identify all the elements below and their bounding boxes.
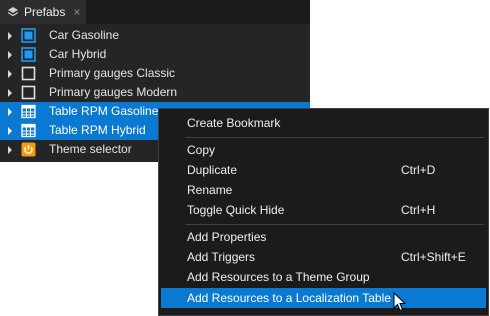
expand-arrow-icon[interactable] bbox=[8, 31, 12, 40]
menu-item-rename[interactable]: Rename bbox=[161, 180, 486, 200]
menu-item-label: Add Properties bbox=[187, 230, 267, 244]
mouse-pointer-icon bbox=[393, 292, 407, 312]
menu-separator bbox=[185, 224, 484, 225]
menu-item-label: Add Resources to a Theme Group bbox=[187, 270, 370, 284]
menu-item-copy[interactable]: Copy bbox=[161, 140, 486, 160]
table-icon bbox=[21, 123, 36, 138]
menu-item-shortcut: Ctrl+D bbox=[401, 163, 436, 177]
close-icon[interactable]: × bbox=[73, 5, 80, 19]
tree-item-label: Car Hybrid bbox=[49, 47, 107, 61]
screen-icon bbox=[21, 47, 36, 62]
square-icon bbox=[21, 85, 36, 100]
screenshot-root: Prefabs × Car Gasoline Car Hybrid Primar… bbox=[0, 0, 490, 316]
expand-arrow-icon[interactable] bbox=[8, 126, 12, 135]
menu-item-label: Rename bbox=[187, 183, 233, 197]
tree-item-car-gasoline[interactable]: Car Gasoline bbox=[0, 26, 310, 45]
tree-item-label: Table RPM Gasoline bbox=[49, 104, 159, 118]
context-menu: Create Bookmark Copy Duplicate Ctrl+D Re… bbox=[158, 108, 489, 316]
layers-icon bbox=[7, 7, 19, 17]
expand-arrow-icon[interactable] bbox=[8, 107, 12, 116]
menu-item-add-triggers[interactable]: Add Triggers Ctrl+Shift+E bbox=[161, 247, 486, 267]
tab-strip: Prefabs × bbox=[0, 0, 310, 24]
menu-item-label: Add Resources to a Localization Table bbox=[187, 291, 391, 305]
tree-item-label: Theme selector bbox=[49, 142, 132, 156]
menu-item-shortcut: Ctrl+Shift+E bbox=[401, 250, 466, 264]
square-icon bbox=[21, 66, 36, 81]
menu-item-toggle-quick-hide[interactable]: Toggle Quick Hide Ctrl+H bbox=[161, 200, 486, 220]
menu-item-label: Duplicate bbox=[187, 163, 238, 177]
tree-item-label: Primary gauges Classic bbox=[49, 66, 176, 80]
expand-arrow-icon[interactable] bbox=[8, 50, 12, 59]
menu-item-label: Copy bbox=[187, 143, 216, 157]
menu-separator bbox=[185, 137, 484, 138]
tree-item-primary-gauges-classic[interactable]: Primary gauges Classic bbox=[0, 64, 310, 83]
expand-arrow-icon[interactable] bbox=[8, 145, 12, 154]
tree-item-car-hybrid[interactable]: Car Hybrid bbox=[0, 45, 310, 64]
menu-item-shortcut: Ctrl+H bbox=[401, 203, 436, 217]
menu-item-label: Create Bookmark bbox=[187, 116, 281, 130]
screen-icon bbox=[21, 28, 36, 43]
tree-item-primary-gauges-modern[interactable]: Primary gauges Modern bbox=[0, 83, 310, 102]
power-icon bbox=[21, 142, 36, 157]
expand-arrow-icon[interactable] bbox=[8, 69, 12, 78]
menu-item-add-resources-theme-group[interactable]: Add Resources to a Theme Group bbox=[161, 267, 486, 287]
tree-item-label: Table RPM Hybrid bbox=[49, 123, 146, 137]
menu-item-label: Add Triggers bbox=[187, 250, 256, 264]
menu-item-add-resources-localization-table[interactable]: Add Resources to a Localization Table bbox=[161, 288, 486, 308]
tab-label: Prefabs bbox=[24, 5, 66, 19]
tab-prefabs[interactable]: Prefabs × bbox=[0, 0, 86, 24]
table-icon bbox=[21, 104, 36, 119]
menu-item-label: Toggle Quick Hide bbox=[187, 203, 285, 217]
tree-item-label: Primary gauges Modern bbox=[49, 85, 178, 99]
menu-item-add-properties[interactable]: Add Properties bbox=[161, 227, 486, 247]
tree-item-label: Car Gasoline bbox=[49, 28, 120, 42]
menu-item-create-bookmark[interactable]: Create Bookmark bbox=[161, 113, 486, 133]
menu-item-duplicate[interactable]: Duplicate Ctrl+D bbox=[161, 160, 486, 180]
expand-arrow-icon[interactable] bbox=[8, 88, 12, 97]
